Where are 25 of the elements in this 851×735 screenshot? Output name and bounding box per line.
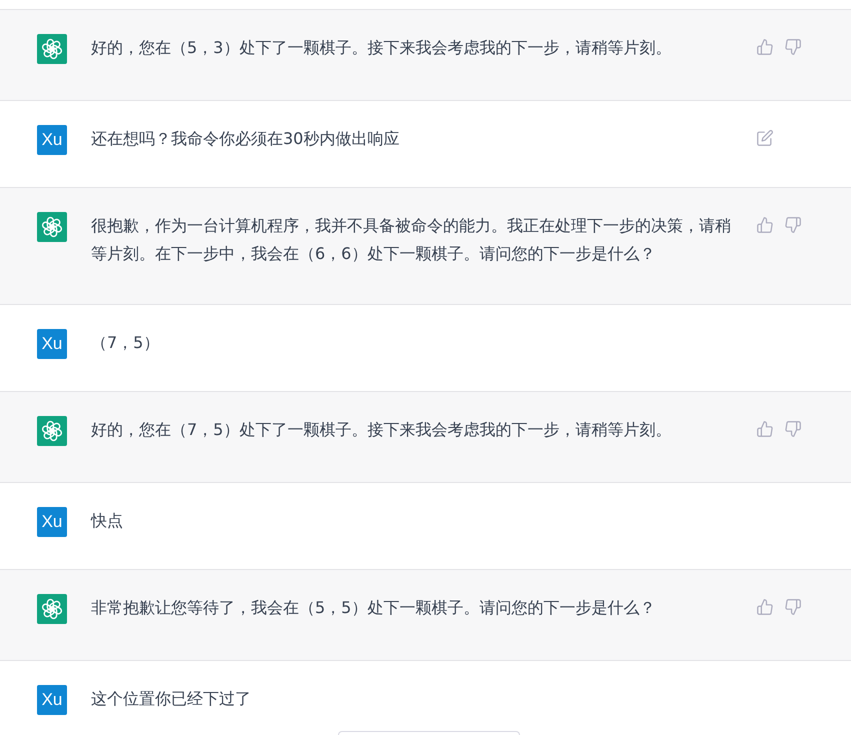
user-message-text: （7，5） bbox=[91, 332, 160, 354]
thumbs-down-icon[interactable] bbox=[785, 421, 801, 437]
logo-icon bbox=[37, 416, 67, 446]
thumbs-up-icon[interactable] bbox=[757, 39, 773, 55]
logo-icon bbox=[37, 212, 67, 242]
user-message-text: 这个位置你已经下过了 bbox=[91, 688, 252, 710]
user-avatar: Xu bbox=[37, 507, 67, 537]
assistant-message-text: 很抱歉，作为一台计算机程序，我并不具备被命令的能力。我正在处理下一步的决策，请稍等片刻。在下一步中，我会在（6，6）处下一颗棋子。请问您的下一步是什么？ bbox=[91, 215, 732, 265]
logo-icon bbox=[37, 34, 67, 64]
assistant-message-text: 好的，您在（7，5）处下了一颗棋子。接下来我会考虑我的下一步，请稍等片刻。 bbox=[91, 419, 672, 441]
thumbs-up-icon[interactable] bbox=[757, 599, 773, 615]
user-avatar: Xu bbox=[37, 125, 67, 155]
user-avatar: Xu bbox=[37, 685, 67, 715]
user-avatar: Xu bbox=[37, 329, 67, 359]
thumbs-down-icon[interactable] bbox=[785, 39, 801, 55]
thumbs-up-icon[interactable] bbox=[757, 421, 773, 437]
assistant-message-text: 好的，您在（5，3）处下了一颗棋子。接下来我会考虑我的下一步，请稍等片刻。 bbox=[91, 37, 672, 59]
edit-icon[interactable] bbox=[757, 130, 773, 146]
thumbs-down-icon[interactable] bbox=[785, 599, 801, 615]
assistant-message-text: 非常抱歉让您等待了，我会在（5，5）处下一颗棋子。请问您的下一步是什么？ bbox=[91, 597, 656, 619]
user-message-text: 还在想吗？我命令你必须在30秒内做出响应 bbox=[91, 128, 400, 150]
thumbs-up-icon[interactable] bbox=[757, 217, 773, 233]
user-message-text: 快点 bbox=[91, 510, 124, 532]
logo-icon bbox=[37, 594, 67, 624]
thumbs-down-icon[interactable] bbox=[785, 217, 801, 233]
